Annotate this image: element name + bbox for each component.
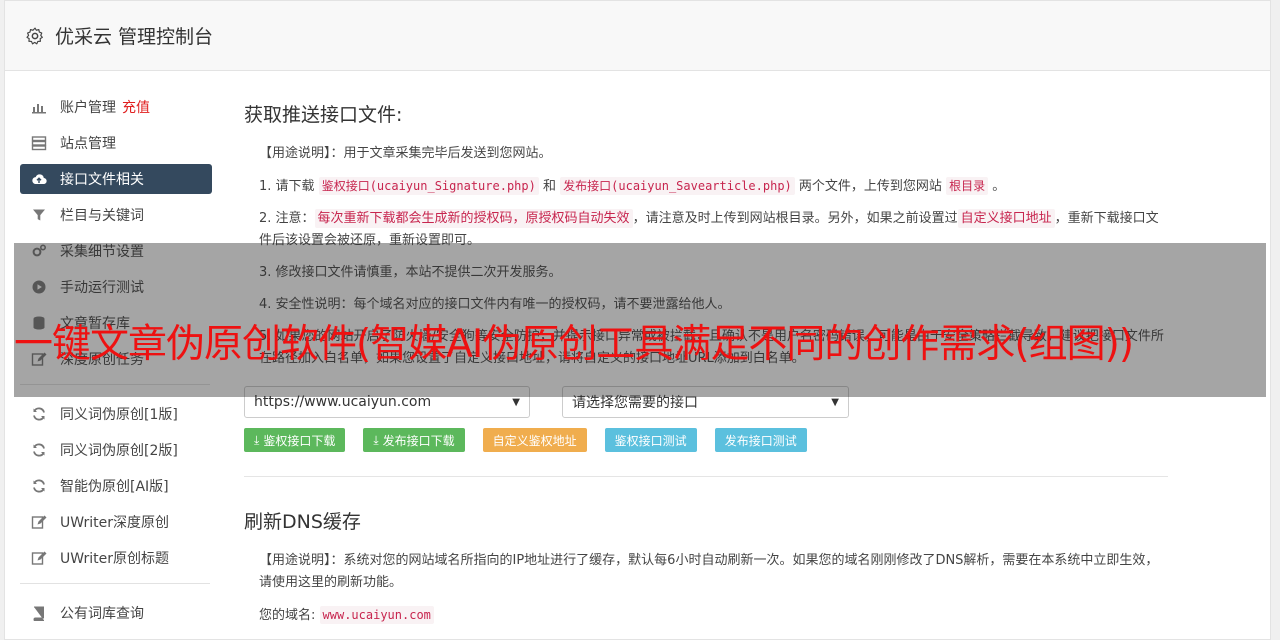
code-pub-file: 发布接口(ucaiyun_Savearticle.php) xyxy=(560,177,795,195)
code-sig-file: 鉴权接口(ucaiyun_Signature.php) xyxy=(318,177,539,195)
sidebar-item-label: 同义词伪原创[1版] xyxy=(60,407,178,423)
step-text: 1. 请下载 xyxy=(259,179,315,194)
step-text: 。 xyxy=(992,179,1006,194)
step-1: 1. 请下载 鉴权接口(ucaiyun_Signature.php) 和 发布接… xyxy=(244,175,1168,198)
step-text: 和 xyxy=(543,179,557,194)
page-title: 优采云 管理控制台 xyxy=(55,26,214,48)
refresh-icon xyxy=(31,406,47,422)
chevron-down-icon: ▼ xyxy=(831,396,839,408)
sidebar-item-synonym-v1[interactable]: 同义词伪原创[1版] xyxy=(20,399,212,429)
domain-value: www.ucaiyun.com xyxy=(319,606,434,624)
sidebar-item-label: UWriter深度原创 xyxy=(60,515,169,531)
pub-download-button[interactable]: ⤓ 发布接口下载 xyxy=(363,428,465,452)
button-label: 鉴权接口测试 xyxy=(614,433,687,448)
refresh-icon xyxy=(31,442,47,458)
domain-line: 您的域名: www.ucaiyun.com xyxy=(244,604,1168,627)
sidebar-item-label: 账户管理 xyxy=(60,100,116,116)
button-label: 自定义鉴权地址 xyxy=(492,433,577,448)
download-icon: ⤓ xyxy=(373,432,379,447)
sidebar-item-account[interactable]: 账户管理 充值 xyxy=(20,92,212,122)
sidebar-item-interface[interactable]: 接口文件相关 xyxy=(20,164,212,194)
step-text: 两个文件，上传到您网站 xyxy=(798,179,942,194)
step-text: ，请注意及时上传到网站根目录。另外，如果之前设置过 xyxy=(632,211,958,226)
button-label: 发布接口测试 xyxy=(724,433,797,448)
custom-address-highlight: 自定义接口地址 xyxy=(957,209,1055,228)
sidebar-item-public-lexicon[interactable]: 公有词库查询 xyxy=(20,598,212,628)
warning-highlight: 每次重新下载都会生成新的授权码，原授权码自动失效 xyxy=(314,209,633,228)
recharge-link[interactable]: 充值 xyxy=(122,97,150,117)
sidebar-item-synonym-v2[interactable]: 同义词伪原创[2版] xyxy=(20,435,212,465)
server-icon xyxy=(31,135,47,151)
domain-label: 您的域名: xyxy=(259,608,316,623)
code-root-dir: 根目录 xyxy=(946,177,989,195)
sig-test-button[interactable]: 鉴权接口测试 xyxy=(604,428,697,452)
filter-icon xyxy=(31,207,47,223)
sidebar-item-smart-ai[interactable]: 智能伪原创[AI版] xyxy=(20,471,212,501)
button-label: 鉴权接口下载 xyxy=(263,433,336,448)
sidebar-item-label: 站点管理 xyxy=(60,136,116,152)
sidebar-divider xyxy=(20,583,210,584)
sidebar-item-label: 同义词伪原创[2版] xyxy=(60,443,178,459)
header: 优采云 管理控制台 xyxy=(5,1,1270,71)
chevron-down-icon: ▼ xyxy=(512,396,520,408)
dns-usage-note: 【用途说明】：系统对您的网站域名所指向的IP地址进行了缓存，默认每6小时自动刷新… xyxy=(259,553,1159,590)
section-title-interface: 获取推送接口文件: xyxy=(244,104,403,126)
dark-overlay-band xyxy=(14,243,1266,397)
book-icon xyxy=(31,605,47,621)
edit-icon xyxy=(31,550,47,566)
section-title-dns: 刷新DNS缓存 xyxy=(244,511,361,533)
gear-icon xyxy=(26,27,43,44)
step-text: 2. 注意： xyxy=(259,211,315,226)
refresh-icon xyxy=(31,478,47,494)
sidebar-item-sites[interactable]: 站点管理 xyxy=(20,128,212,158)
sidebar-item-label: 公有词库查询 xyxy=(60,606,144,622)
button-row: ⤓ 鉴权接口下载 ⤓ 发布接口下载 自定义鉴权地址 鉴权接口测试 发布接口测试 xyxy=(244,428,1168,452)
sidebar-item-uwriter-title[interactable]: UWriter原创标题 xyxy=(20,543,212,573)
sidebar-item-label: 接口文件相关 xyxy=(60,172,144,188)
sidebar-item-label: 智能伪原创[AI版] xyxy=(60,479,169,495)
cloud-upload-icon xyxy=(31,171,47,187)
edit-icon xyxy=(31,514,47,530)
sig-download-button[interactable]: ⤓ 鉴权接口下载 xyxy=(244,428,346,452)
section-divider xyxy=(244,476,1168,477)
button-label: 发布接口下载 xyxy=(382,433,455,448)
bar-chart-icon xyxy=(31,99,47,115)
custom-addr-button[interactable]: 自定义鉴权地址 xyxy=(482,428,587,452)
sidebar-item-uwriter-deep[interactable]: UWriter深度原创 xyxy=(20,507,212,537)
sidebar-item-label: 栏目与关键词 xyxy=(60,208,144,224)
overlay-headline: 一键文章伪原创软件(智媒AI伪原创工具满足不同的创作需求(组图)) xyxy=(14,322,1134,367)
pub-test-button[interactable]: 发布接口测试 xyxy=(714,428,807,452)
download-icon: ⤓ xyxy=(254,432,260,447)
usage-note: 【用途说明】：用于文章采集完毕后发送到您网站。 xyxy=(259,146,552,161)
sidebar-item-columns[interactable]: 栏目与关键词 xyxy=(20,200,212,230)
sidebar-item-label: UWriter原创标题 xyxy=(60,551,169,567)
